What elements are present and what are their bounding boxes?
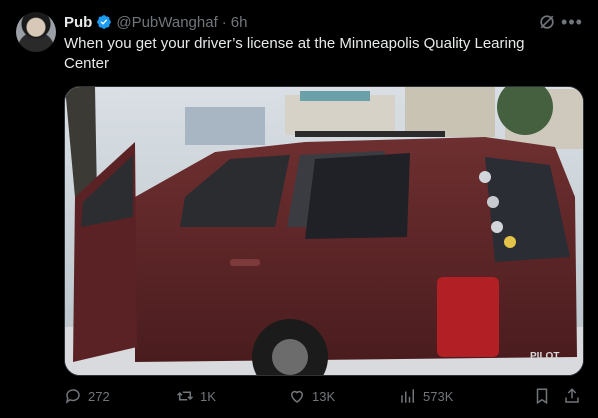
reply-icon [65,389,80,404]
share-icon[interactable] [563,387,581,405]
repost-count: 1K [200,388,216,404]
tweet-header: Pub @PubWanghaf · 6h [64,12,247,32]
grok-icon[interactable] [537,12,557,32]
like-button[interactable]: 13K [288,386,335,406]
separator-dot: · [221,13,227,31]
timestamp[interactable]: 6h [231,14,248,31]
reply-count: 272 [88,388,110,404]
views-icon [401,389,414,403]
verified-badge-icon [97,15,112,29]
user-handle[interactable]: @PubWanghaf [116,14,217,31]
views-button[interactable]: 573K [399,386,453,406]
tweet-text: When you get your driver’s license at th… [64,35,525,72]
repost-icon [176,391,194,401]
heart-icon [290,390,304,403]
reply-button[interactable]: 272 [64,386,110,406]
like-count: 13K [312,388,336,404]
tweet-media-image[interactable]: PILOT [64,86,584,376]
repost-button[interactable]: 1K [176,386,216,406]
bookmark-icon[interactable] [533,387,551,405]
tweet-actions: 272 1K 13K 573K [64,386,584,406]
views-count: 573K [423,388,454,404]
display-name[interactable]: Pub [64,14,92,31]
more-options-icon[interactable]: ••• [561,12,583,32]
car-badge-text: PILOT [530,351,559,362]
car-photo-illustration: PILOT [65,87,583,375]
avatar[interactable] [16,12,56,52]
